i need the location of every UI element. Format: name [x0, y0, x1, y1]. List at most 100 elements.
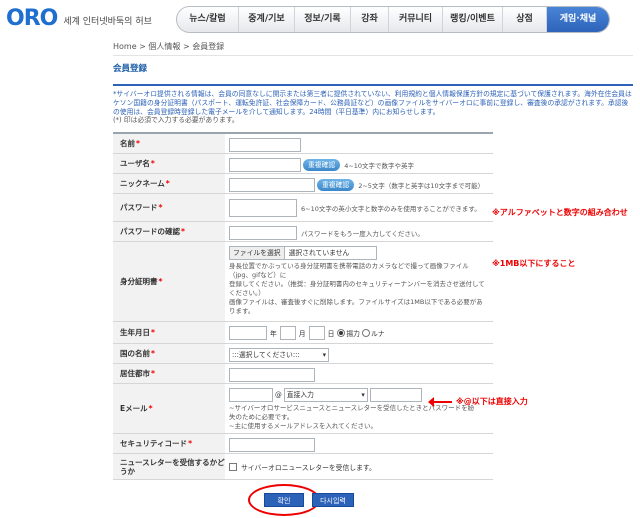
username-input[interactable]	[229, 158, 301, 172]
breadcrumb: Home > 個人情報 > 会員登録	[113, 38, 633, 56]
label-birthday: 生年月日 *	[113, 322, 225, 343]
username-check-button[interactable]: 重複確認	[303, 159, 341, 171]
name-input[interactable]	[229, 138, 301, 152]
nav-records[interactable]: 정보/기록	[295, 7, 351, 32]
chevron-down-icon: ▾	[361, 391, 365, 399]
row-birthday: 生年月日 * 年 月 日 揚力 ルナ	[113, 322, 493, 344]
id-card-desc-1: 身長位置でかぶっている身分証明書を携帯電話のカメラなどで撮って画像ファイル（jp…	[229, 262, 469, 279]
label-username: ユーザ名 *	[113, 154, 225, 173]
label-name-text: 名前	[120, 139, 135, 148]
annotation-arrow	[428, 397, 452, 407]
required-mark: *	[158, 277, 163, 286]
page-title: 会員登録	[113, 64, 148, 74]
required-mark: *	[151, 349, 155, 358]
email-desc-1: ~サイバーオロサービスニュースとニュースレターを受信したときとパスワードを紛	[229, 404, 475, 412]
nickname-hint: 2~5文字（数字と英字は10文字まで可能）	[358, 182, 485, 190]
city-input[interactable]	[229, 368, 315, 382]
lunar-label: ルナ	[370, 330, 385, 338]
required-mark: *	[151, 369, 155, 378]
required-mark: *	[151, 328, 155, 337]
at-sign: @	[275, 390, 282, 399]
confirm-button[interactable]: 확인	[264, 493, 304, 507]
nav-ranking[interactable]: 랭킹/이벤트	[443, 7, 503, 32]
logo-tagline: 세계 인터넷바둑의 허브	[63, 16, 152, 27]
label-password: パスワード *	[113, 194, 225, 221]
label-nickname: ニックネーム *	[113, 174, 225, 193]
file-select-button[interactable]: ファイルを選択	[230, 247, 285, 259]
row-city: 居住都市 *	[113, 364, 493, 384]
row-id-card: 身分証明書 * ファイルを選択 選択されていません 身長位置でかぶっている身分証明…	[113, 242, 493, 322]
row-password: パスワード * 6~10文字の英小文字と数字のみを使用することができます。	[113, 194, 493, 222]
nav-news[interactable]: 뉴스/칼럼	[177, 7, 239, 32]
required-mark: *	[188, 439, 192, 448]
site-logo[interactable]: ORO 세계 인터넷바둑의 허브	[6, 8, 152, 30]
email-desc-3: ~主に使用するメールアドレスを入れてください。	[229, 422, 378, 430]
form-actions: 확인 다시입력	[0, 484, 640, 516]
nav-lessons[interactable]: 강좌	[351, 7, 389, 32]
country-selected: :::選択してください:::	[232, 351, 300, 359]
site-header: ORO 세계 인터넷바둑의 허브 뉴스/칼럼 중계/기보 정보/기록 강좌 커뮤…	[0, 0, 640, 38]
required-mark: *	[148, 404, 153, 413]
label-country-text: 国の名前	[120, 349, 150, 358]
id-card-desc-3: 画像ファイルは、審査後すぐに削除します。ファイルサイズは1MB以下である必要があ…	[229, 298, 483, 315]
row-security-code: セキュリティコード *	[113, 434, 493, 454]
nav-broadcast[interactable]: 중계/기보	[239, 7, 295, 32]
solar-radio[interactable]	[337, 329, 346, 337]
row-newsletter: ニュースレターを受信するかどうか サイバーオロニュースレターを受信します。	[113, 454, 493, 480]
label-password-confirm-text: パスワードの確認	[120, 227, 180, 236]
password-confirm-input[interactable]	[229, 226, 297, 240]
year-label: 年	[270, 330, 277, 338]
birth-year-input[interactable]	[229, 326, 267, 340]
required-mark: *	[165, 179, 170, 188]
row-email: Eメール * @ 直接入力 ▾ ~サイバーオロサービスニュースとニュースレターを受信…	[113, 384, 493, 434]
label-security-code-text: セキュリティコード	[120, 439, 188, 448]
label-id-card: 身分証明書 *	[113, 242, 225, 321]
nickname-input[interactable]	[229, 178, 315, 192]
email-domain-select[interactable]: 直接入力 ▾	[283, 388, 368, 402]
month-label: 月	[298, 330, 306, 338]
email-domain-input[interactable]	[369, 388, 422, 402]
newsletter-checkbox[interactable]	[229, 462, 237, 471]
main-content: Home > 個人情報 > 会員登録 会員登録 *サイバーオロ提供される情報は、…	[113, 38, 633, 125]
username-hint: 4~10文字で数字や英字	[344, 162, 415, 170]
row-username: ユーザ名 * 重複確認 4~10文字で数字や英字	[113, 154, 493, 174]
label-birthday-text: 生年月日	[120, 328, 150, 337]
annotation-password: ※アルファベットと数字の組み合わせ	[492, 208, 628, 217]
nav-shop[interactable]: 상점	[503, 7, 547, 32]
email-local-input[interactable]	[229, 388, 273, 402]
required-mark: *	[136, 139, 140, 148]
label-id-card-text: 身分証明書	[120, 277, 158, 286]
birth-month-input[interactable]	[279, 326, 296, 340]
label-city: 居住都市 *	[113, 364, 225, 383]
password-confirm-hint: パスワードをもう一度入力してください。	[301, 230, 424, 238]
row-country: 国の名前 * :::選択してください::: ▾	[113, 344, 493, 364]
annotation-email: ※@以下は直接入力	[456, 397, 528, 406]
password-input[interactable]	[229, 198, 297, 217]
label-nickname-text: ニックネーム	[120, 179, 165, 188]
label-newsletter: ニュースレターを受信するかどうか	[113, 454, 225, 479]
nav-community[interactable]: 커뮤니티	[389, 7, 443, 32]
file-input[interactable]: ファイルを選択 選択されていません	[229, 246, 377, 260]
main-nav: 뉴스/칼럼 중계/기보 정보/기록 강좌 커뮤니티 랭킹/이벤트 상점 게임·채…	[176, 6, 610, 33]
required-mark: *	[181, 227, 185, 236]
security-code-input[interactable]	[229, 438, 315, 452]
file-status: 選択されていません	[288, 248, 350, 257]
lunar-radio[interactable]	[361, 329, 370, 337]
birth-day-input[interactable]	[308, 326, 325, 340]
required-note: (*) 印は必須で入力する必要があります。	[113, 116, 239, 125]
nickname-check-button[interactable]: 重複確認	[317, 179, 355, 191]
label-newsletter-text: ニュースレターを受信するかどうか	[120, 457, 225, 476]
nav-game-channel[interactable]: 게임·채널	[547, 7, 609, 32]
label-username-text: ユーザ名	[120, 159, 150, 168]
annotation-id-card: ※1MB以下にすること	[492, 259, 576, 268]
label-password-text: パスワード	[120, 203, 158, 212]
label-password-confirm: パスワードの確認 *	[113, 222, 225, 241]
label-city-text: 居住都市	[120, 369, 150, 378]
country-select[interactable]: :::選択してください::: ▾	[229, 348, 329, 362]
solar-label: 揚力	[346, 330, 360, 338]
reset-button[interactable]: 다시입력	[312, 493, 354, 507]
id-card-desc-2: 登録してください。（推奨：身分証明書内のセキュリティーナンバーを消去させ送付して…	[229, 280, 485, 297]
email-desc-2: 失のために必要です。	[229, 413, 294, 421]
row-name: 名前 *	[113, 134, 493, 154]
row-password-confirm: パスワードの確認 * パスワードをもう一度入力してください。	[113, 222, 493, 242]
